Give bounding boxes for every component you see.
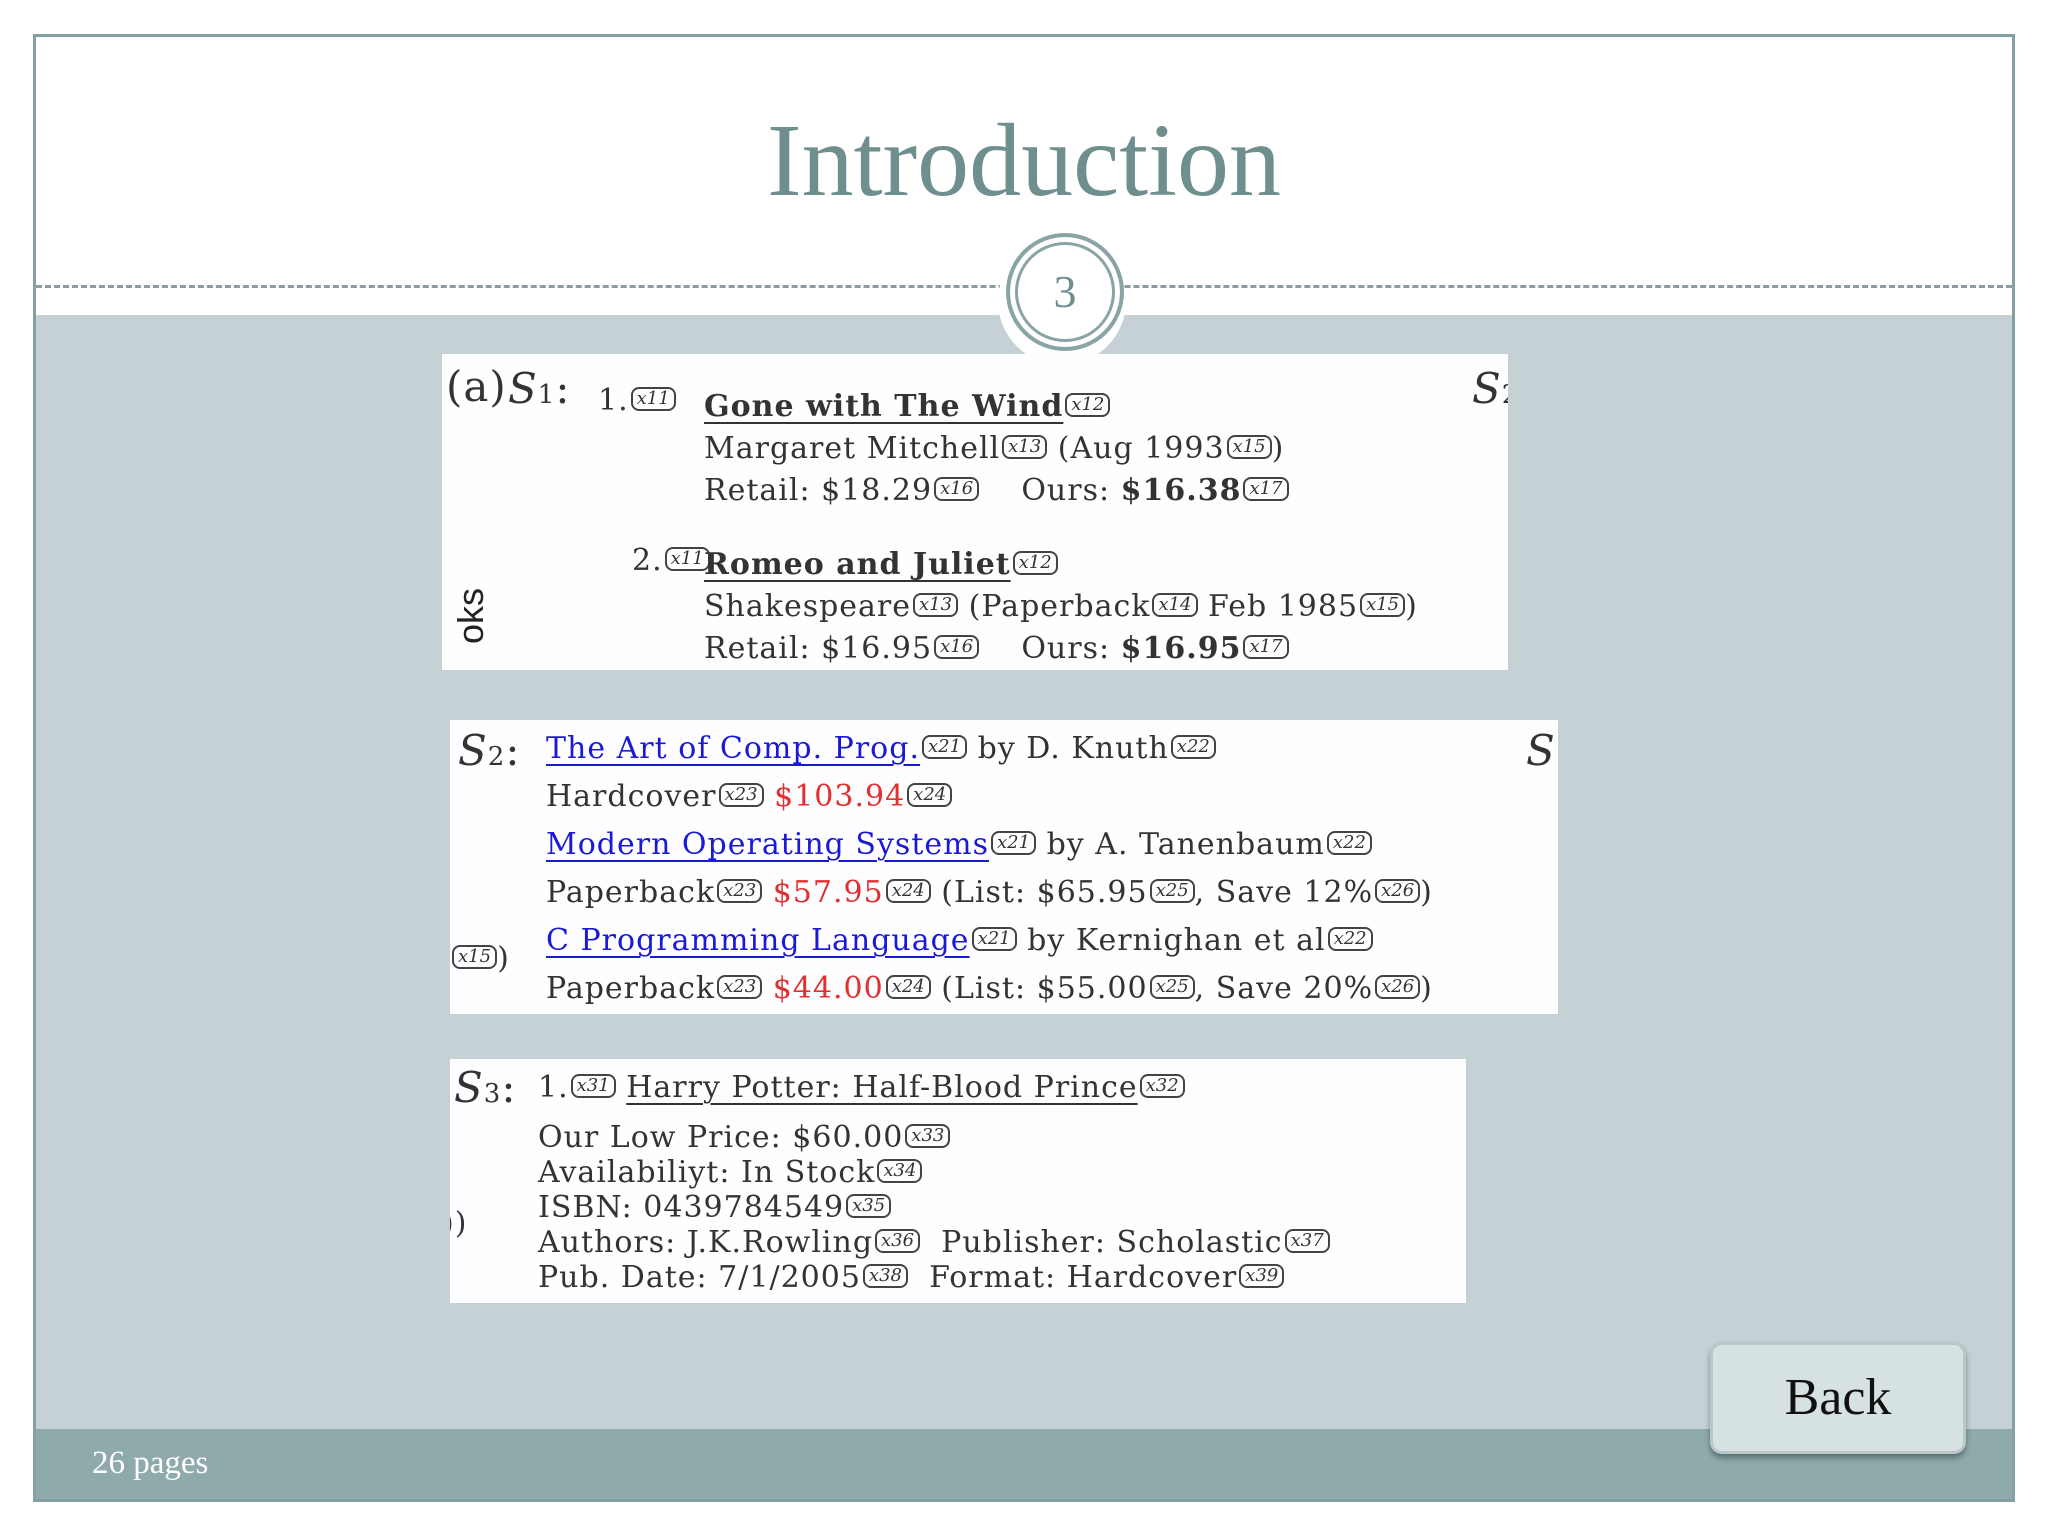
figure-panel-s1: oks (a) S1: S2: 1.x11 Gone with The Wind… [442,354,1508,670]
slide: Introduction 3 oks (a) S1: S2: 1.x11 Gon… [33,34,2015,1502]
book-authors-line: Authors: J.K.Rowling x36 Publisher: Schol… [538,1228,1330,1258]
rotated-text: oks [450,587,491,644]
figure-panel-s2: S2: S x15) The Art of Comp. Prog. x21 by … [450,720,1558,1014]
book-availability-line: Availabiliyt: In Stock x34 [538,1158,923,1188]
edge-fragment: x15) [450,944,510,974]
book-price-line: Paperback x23 $57.95 x24 (List: $65.95 x25,… [546,875,1433,910]
book-pubdate-line: Pub. Date: 7/1/2005 x38 Format: Hardcover… [538,1263,1285,1293]
book-title-line: Modern Operating Systems x21 by A. Tanenb… [546,830,1372,860]
slide-number-badge: 3 [1006,233,1124,351]
list-item-number: 1. x11 [598,386,676,416]
book-price-line: Paperback x23 $44.00 x24 (List: $55.00 x25,… [546,971,1433,1006]
set-label-s2: S2: [458,726,521,775]
page-count: 26 pages [92,1445,209,1481]
book-price-line: Hardcover x23 $103.94 x24 [546,782,953,812]
book-title-line: The Art of Comp. Prog. x21 by D. Knuth x22 [546,734,1216,764]
book-author-line: Shakespeare x13 (Paperback x14 Feb 1985 x15… [704,589,1418,624]
slide-title: Introduction [766,103,1282,218]
book-isbn-line: ISBN: 0439784549 x35 [538,1193,892,1223]
book-price-line: Our Low Price: $60.00 x33 [538,1123,951,1153]
set-label-edge: S [1526,726,1556,775]
book-title-line: C Programming Language x21 by Kernighan e… [546,926,1373,956]
list-item-number: 2. x11 [632,546,710,576]
set-label-s3: S3: [454,1063,517,1112]
book-author-line: Margaret Mitchell x13 (Aug 1993 x15) [704,431,1285,466]
book-price-line: Retail: $16.95 x16 Ours: $16.95 x17 [704,634,1289,664]
set-label-s1: S1: [508,364,571,413]
book-price-line: Retail: $18.29 x16 Ours: $16.38 x17 [704,476,1289,506]
set-label-s2: S2: [1472,364,1508,413]
book-title: Gone with The Wind x12 [704,392,1111,422]
book-title-line: 1. x31 Harry Potter: Half-Blood Prince x32 [538,1073,1185,1103]
back-button[interactable]: Back [1710,1342,1966,1454]
figure-panel-s3: S3: )) 1.x31 Harry Potter: Half-Blood Pr… [450,1059,1466,1303]
book-title: Romeo and Juliet x12 [704,550,1058,580]
edge-fragment: )) [450,1206,468,1241]
panel-label: (a) [446,362,507,411]
